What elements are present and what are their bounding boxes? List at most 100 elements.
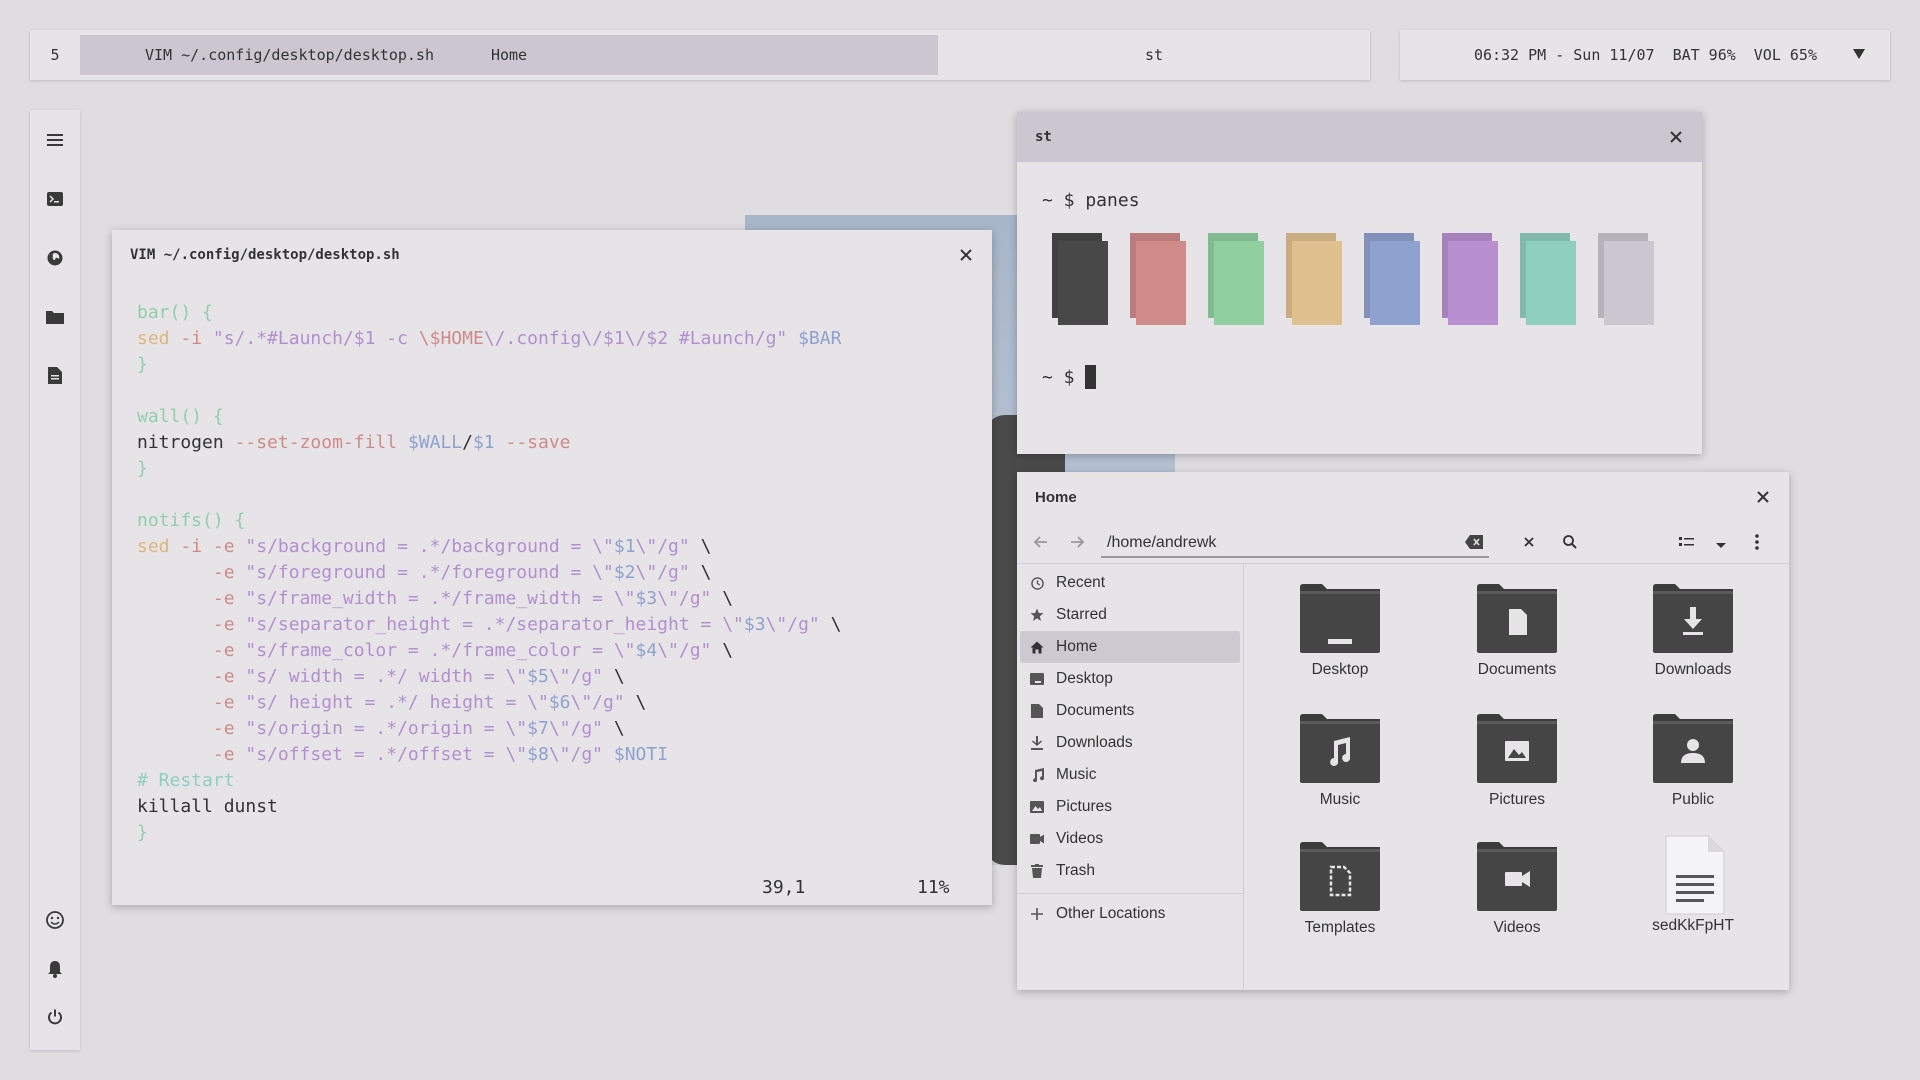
file-item-public[interactable]: Public xyxy=(1618,713,1768,809)
tab-st[interactable]: st xyxy=(938,46,1370,64)
code-line: -e "s/separator_height = .*/separator_he… xyxy=(137,612,967,638)
code-token: "s/foreground = .*/foreground = \" xyxy=(245,562,614,583)
st-terminal-window[interactable]: st ~ $ panes ~ $ xyxy=(1017,112,1702,454)
pictures-folder-icon xyxy=(1442,713,1592,783)
color-pane xyxy=(1052,233,1108,325)
sidebar-item-label: Music xyxy=(1056,766,1097,783)
code-token: "s/.*#Launch/$1 -c xyxy=(212,328,419,349)
fm-titlebar[interactable]: Home xyxy=(1017,472,1789,522)
power-icon[interactable] xyxy=(30,1002,80,1032)
file-item-videos[interactable]: Videos xyxy=(1442,841,1592,937)
code-token: $1 xyxy=(472,432,506,453)
search-icon[interactable] xyxy=(1562,534,1580,552)
file-item-documents[interactable]: Documents xyxy=(1442,583,1592,679)
file-item-label: Videos xyxy=(1493,919,1541,936)
sidebar-item-label: Home xyxy=(1056,638,1098,655)
file-item-templates[interactable]: Templates xyxy=(1265,841,1415,937)
sidebar-separator xyxy=(1017,893,1243,894)
menu-icon[interactable] xyxy=(30,125,80,155)
file-item-downloads[interactable]: Downloads xyxy=(1618,583,1768,679)
code-line: sed -i "s/.*#Launch/$1 -c \$HOME\/.confi… xyxy=(137,326,967,352)
code-token: $3 xyxy=(635,588,658,609)
sidebar-item-home[interactable]: Home xyxy=(1020,631,1240,663)
close-icon[interactable] xyxy=(1755,489,1771,505)
sidebar-item-music[interactable]: Music xyxy=(1020,759,1240,791)
sidebar-item-label: Downloads xyxy=(1056,734,1133,751)
code-token: $NOTI xyxy=(613,744,669,765)
sidebar-item-label: Pictures xyxy=(1056,798,1112,815)
code-token: \"/g" xyxy=(548,744,614,765)
emoji-icon[interactable] xyxy=(30,905,80,935)
code-token: "s/ height = .*/ height = \" xyxy=(245,692,549,713)
code-token: \"/g" xyxy=(635,562,701,583)
clear-text-icon[interactable] xyxy=(1465,535,1483,554)
top-bar: 5 VIM ~/.config/desktop/desktop.sh Home … xyxy=(30,30,1370,80)
sidebar-item-desktop[interactable]: Desktop xyxy=(1020,663,1240,695)
code-token: "s/origin = .*/origin = \" xyxy=(245,718,528,739)
places-sidebar: Recent Starred Home Desktop Documents Downloa… xyxy=(1017,565,1244,990)
code-token: "s/offset = .*/offset = \" xyxy=(245,744,528,765)
fm-toolbar: /home/andrewk xyxy=(1017,522,1789,564)
close-location-icon[interactable] xyxy=(1522,535,1540,553)
music-folder-icon xyxy=(1265,713,1415,783)
code-token: -e xyxy=(212,562,246,583)
color-pane xyxy=(1208,233,1264,325)
file-item-music[interactable]: Music xyxy=(1265,713,1415,809)
code-token: \"/g" xyxy=(635,536,701,557)
code-line: -e "s/foreground = .*/foreground = \"$2\… xyxy=(137,560,967,586)
location-bar[interactable]: /home/andrewk xyxy=(1101,528,1489,558)
terminal-icon[interactable] xyxy=(30,184,80,214)
scroll-percent: 11% xyxy=(917,877,950,898)
sidebar-item-downloads[interactable]: Downloads xyxy=(1020,727,1240,759)
templates-folder-icon xyxy=(1265,841,1415,911)
volume-status[interactable]: VOL 65% xyxy=(1754,46,1817,64)
color-pane xyxy=(1130,233,1186,325)
code-line: nitrogen --set-zoom-fill $WALL/$1 --save xyxy=(137,430,967,456)
sidebar-item-starred[interactable]: Starred xyxy=(1020,599,1240,631)
color-pane xyxy=(1442,233,1498,325)
vim-window[interactable]: VIM ~/.config/desktop/desktop.sh bar() {… xyxy=(112,230,992,905)
sidebar-item-pictures[interactable]: Pictures xyxy=(1020,791,1240,823)
close-icon[interactable] xyxy=(958,247,974,263)
color-pane xyxy=(1598,233,1654,325)
sidebar-item-recent[interactable]: Recent xyxy=(1020,567,1240,599)
code-line: } xyxy=(137,456,967,482)
code-token: -e xyxy=(212,692,246,713)
file-item-label: Documents xyxy=(1477,661,1557,678)
more-options-icon[interactable] xyxy=(1755,534,1773,552)
code-token: \ xyxy=(722,640,734,661)
code-token: -e xyxy=(212,640,246,661)
vim-titlebar[interactable]: VIM ~/.config/desktop/desktop.sh xyxy=(112,230,992,280)
sidebar-item-trash[interactable]: Trash xyxy=(1020,855,1240,887)
vim-editor[interactable]: bar() {sed -i "s/.*#Launch/$1 -c \$HOME\… xyxy=(112,280,992,866)
chevron-down-icon[interactable] xyxy=(1715,537,1733,555)
file-item-desktop[interactable]: Desktop xyxy=(1265,583,1415,679)
forward-arrow-icon[interactable] xyxy=(1069,534,1087,552)
close-icon[interactable] xyxy=(1668,129,1684,145)
code-token: $WALL xyxy=(407,432,463,453)
list-view-icon[interactable] xyxy=(1679,535,1697,553)
sidebar-item-documents[interactable]: Documents xyxy=(1020,695,1240,727)
code-token: $2 xyxy=(613,562,636,583)
wifi-icon[interactable] xyxy=(1853,48,1865,62)
color-pane xyxy=(1520,233,1576,325)
firefox-icon[interactable] xyxy=(30,243,80,273)
sidebar-item-other-locations[interactable]: Other Locations xyxy=(1020,898,1240,930)
st-titlebar[interactable]: st xyxy=(1017,112,1702,162)
code-line: notifs() { xyxy=(137,508,967,534)
file-item-sedkkfpht[interactable]: sedKkFpHT xyxy=(1618,835,1768,935)
workspace-number[interactable]: 5 xyxy=(30,46,80,64)
document-icon[interactable] xyxy=(30,360,80,390)
code-token: # Restart xyxy=(137,770,235,791)
file-item-pictures[interactable]: Pictures xyxy=(1442,713,1592,809)
tab-vim-active[interactable]: VIM ~/.config/desktop/desktop.sh Home xyxy=(80,35,938,75)
folder-icon[interactable] xyxy=(30,302,80,332)
file-manager-window[interactable]: Home /home/andrewk Recent Starred Home D… xyxy=(1017,472,1789,990)
sidebar-item-videos[interactable]: Videos xyxy=(1020,823,1240,855)
cursor-position: 39,1 xyxy=(762,877,806,898)
back-arrow-icon[interactable] xyxy=(1033,534,1051,552)
bell-icon[interactable] xyxy=(30,954,80,984)
